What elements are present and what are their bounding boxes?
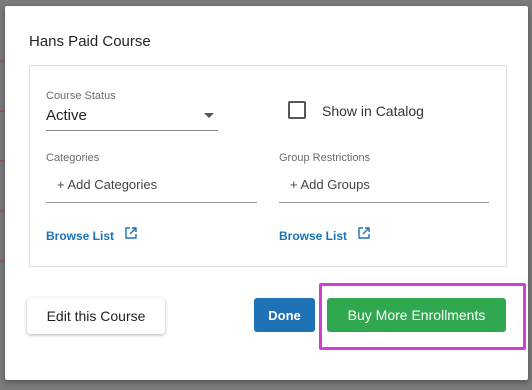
course-status-select[interactable]: Active bbox=[46, 107, 87, 124]
groups-underline bbox=[279, 202, 489, 203]
group-restrictions-label: Group Restrictions bbox=[279, 152, 371, 164]
buy-more-enrollments-button[interactable]: Buy More Enrollments bbox=[327, 298, 506, 332]
course-status-label: Course Status bbox=[46, 90, 116, 102]
external-link-icon[interactable] bbox=[125, 227, 137, 239]
show-in-catalog-label[interactable]: Show in Catalog bbox=[322, 103, 424, 119]
add-categories-input[interactable]: + Add Categories bbox=[57, 177, 157, 192]
modal-title: Hans Paid Course bbox=[29, 33, 151, 50]
external-link-icon[interactable] bbox=[358, 227, 370, 239]
show-in-catalog-checkbox[interactable] bbox=[288, 101, 306, 119]
course-modal: Hans Paid Course Course Status Active Sh… bbox=[5, 6, 528, 380]
categories-label: Categories bbox=[46, 152, 100, 164]
add-groups-input[interactable]: + Add Groups bbox=[290, 177, 370, 192]
course-settings-panel: Course Status Active Show in Catalog Cat… bbox=[29, 65, 507, 267]
groups-browse-link[interactable]: Browse List bbox=[279, 229, 347, 243]
categories-underline bbox=[46, 202, 257, 203]
edit-course-button[interactable]: Edit this Course bbox=[27, 298, 165, 334]
chevron-down-icon[interactable] bbox=[204, 113, 214, 118]
done-button[interactable]: Done bbox=[254, 298, 315, 332]
course-status-underline bbox=[46, 130, 218, 131]
categories-browse-link[interactable]: Browse List bbox=[46, 229, 114, 243]
